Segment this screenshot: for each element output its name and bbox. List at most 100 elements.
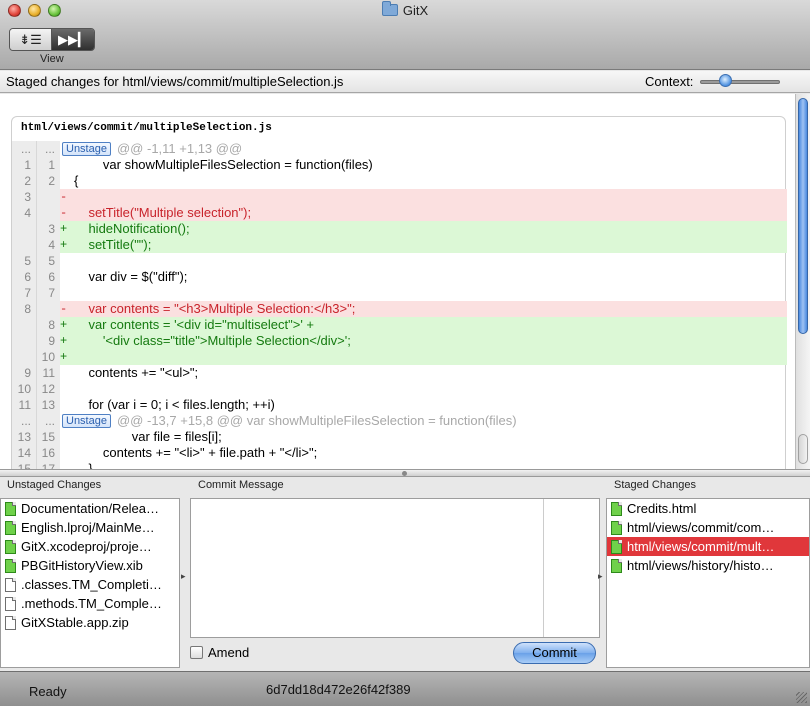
new-line-number: 7 — [36, 285, 60, 301]
window-toolbar: GitX ⇟☰ ▶▶▎ View — [0, 0, 810, 70]
pane-splitter[interactable] — [0, 470, 810, 477]
diff-line: 3- — [12, 189, 787, 205]
amend-label: Amend — [208, 645, 250, 660]
diff-code: '<div class="title">Multiple Selection</… — [74, 333, 351, 348]
new-line-number — [36, 205, 60, 221]
diff-marker: + — [60, 334, 68, 348]
context-slider[interactable] — [700, 80, 780, 84]
modified-file-icon — [5, 539, 16, 554]
new-line-number: 6 — [36, 269, 60, 285]
diff-marker — [60, 365, 72, 381]
new-line-number: 5 — [36, 253, 60, 269]
diff-code: setTitle(""); — [74, 237, 152, 252]
diff-scrollbar-thumb[interactable] — [798, 98, 808, 334]
file-name: Documentation/Relea… — [21, 501, 160, 516]
commit-button[interactable]: Commit — [513, 642, 596, 664]
diff-marker: - — [60, 190, 68, 204]
new-line-number: 12 — [36, 381, 60, 397]
staged-file-item[interactable]: Credits.html — [607, 499, 809, 518]
unstaged-pane-arrow-icon[interactable]: ▸ — [181, 571, 186, 582]
amend-checkbox[interactable] — [190, 646, 203, 659]
diff-scrollbar[interactable] — [795, 94, 810, 469]
old-line-number — [12, 237, 36, 253]
status-bar: Ready 6d7dd18d472e26f42f389 — [0, 671, 810, 706]
unstaged-file-item[interactable]: GitX.xcodeproj/proje… — [1, 537, 179, 556]
staged-file-item[interactable]: html/views/commit/mult… — [607, 537, 809, 556]
diff-code: { — [74, 173, 79, 188]
diff-line: 13 15 var file = files[i]; — [12, 429, 787, 445]
unstage-hunk-button[interactable]: Unstage — [62, 142, 111, 156]
new-line-number: 17 — [36, 461, 60, 469]
modified-file-icon — [611, 558, 622, 573]
old-line-number — [12, 349, 36, 365]
diff-line: 8 + var contents = '<div id="multiselect"… — [12, 317, 787, 333]
diff-code: } — [74, 461, 93, 470]
unstaged-file-item[interactable]: .classes.TM_Completi… — [1, 575, 179, 594]
modified-file-icon — [611, 539, 622, 554]
diff-line: 11 var showMultipleFilesSelection = func… — [12, 157, 787, 173]
diff-marker — [60, 269, 72, 285]
file-name: GitX.xcodeproj/proje… — [21, 539, 152, 554]
staged-pane-arrow-icon[interactable]: ▸ — [598, 571, 603, 582]
diff-scrollbar-lower[interactable] — [798, 434, 808, 464]
old-line-number — [12, 221, 36, 237]
unstaged-file-item[interactable]: Documentation/Relea… — [1, 499, 179, 518]
staged-list: Credits.html html/views/commit/com… html/v… — [606, 498, 810, 668]
new-line-number: 9 — [36, 333, 60, 349]
old-line-number — [12, 317, 36, 333]
new-line-number: 8 — [36, 317, 60, 333]
old-line-number: 3 — [12, 189, 36, 205]
context-label: Context: — [645, 74, 694, 89]
new-line-number: 13 — [36, 397, 60, 413]
old-line-number: ... — [12, 413, 36, 429]
modified-file-icon — [611, 501, 622, 516]
modified-file-icon — [5, 520, 16, 535]
old-line-number: 1 — [12, 157, 36, 173]
new-line-number: 16 — [36, 445, 60, 461]
unstaged-file-item[interactable]: .methods.TM_Comple… — [1, 594, 179, 613]
diff-line: 10 12 — [12, 381, 787, 397]
diff-marker — [60, 445, 72, 461]
unstaged-heading: Unstaged Changes — [7, 479, 102, 491]
diff-marker: + — [60, 222, 68, 236]
diff-code: var div = $("diff"); — [74, 269, 188, 284]
unstaged-file-item[interactable]: GitXStable.app.zip — [1, 613, 179, 632]
commit-message-input[interactable] — [190, 498, 600, 638]
diff-marker — [60, 253, 72, 269]
diff-code: hideNotification(); — [74, 221, 190, 236]
diff-line: 3 + hideNotification(); — [12, 221, 787, 237]
diff-hunk-header: ...... Unstage @@ -1,11 +1,13 @@ — [12, 141, 787, 157]
diff-marker: + — [60, 238, 68, 252]
amend-option[interactable]: Amend — [190, 645, 249, 660]
diff-marker — [60, 173, 72, 189]
staged-file-item[interactable]: html/views/history/histo… — [607, 556, 809, 575]
new-line-number: 2 — [36, 173, 60, 189]
old-line-number: 14 — [12, 445, 36, 461]
diff-file-box: html/views/commit/multipleSelection.js .… — [11, 116, 787, 470]
new-line-number: 11 — [36, 365, 60, 381]
unstage-hunk-button[interactable]: Unstage — [62, 414, 111, 428]
diff-hunk-header: ...... Unstage @@ -13,7 +15,8 @@ var showM… — [12, 413, 787, 429]
history-view-button[interactable]: ⇟☰ — [10, 29, 52, 50]
new-line-number: ... — [36, 141, 60, 157]
diff-view: html/views/commit/multipleSelection.js .… — [0, 94, 810, 470]
unstaged-file-item[interactable]: English.lproj/MainMe… — [1, 518, 179, 537]
commit-view-button[interactable]: ▶▶▎ — [52, 29, 94, 50]
unstaged-file-item[interactable]: PBGitHistoryView.xib — [1, 556, 179, 575]
diff-line: 4 - setTitle("Multiple selection"); — [12, 205, 787, 221]
diff-marker — [60, 285, 72, 301]
diff-line: 14 16 contents += "<li>" + file.path + "<… — [12, 445, 787, 461]
context-slider-knob[interactable] — [719, 74, 732, 87]
view-label: View — [40, 53, 64, 65]
resize-grip-icon[interactable] — [796, 692, 807, 703]
staged-file-item[interactable]: html/views/commit/com… — [607, 518, 809, 537]
splitter-grip-icon[interactable] — [402, 471, 407, 476]
diff-code: setTitle("Multiple selection"); — [74, 205, 252, 220]
diff-line: 2 2 { — [12, 173, 787, 189]
diff-line: 11 13 for (var i = 0; i < files.length; +… — [12, 397, 787, 413]
file-name: .methods.TM_Comple… — [21, 596, 162, 611]
diff-code — [72, 285, 787, 301]
file-name: Credits.html — [627, 501, 697, 516]
new-line-number: 3 — [36, 221, 60, 237]
commit-message-side-area — [543, 499, 599, 637]
